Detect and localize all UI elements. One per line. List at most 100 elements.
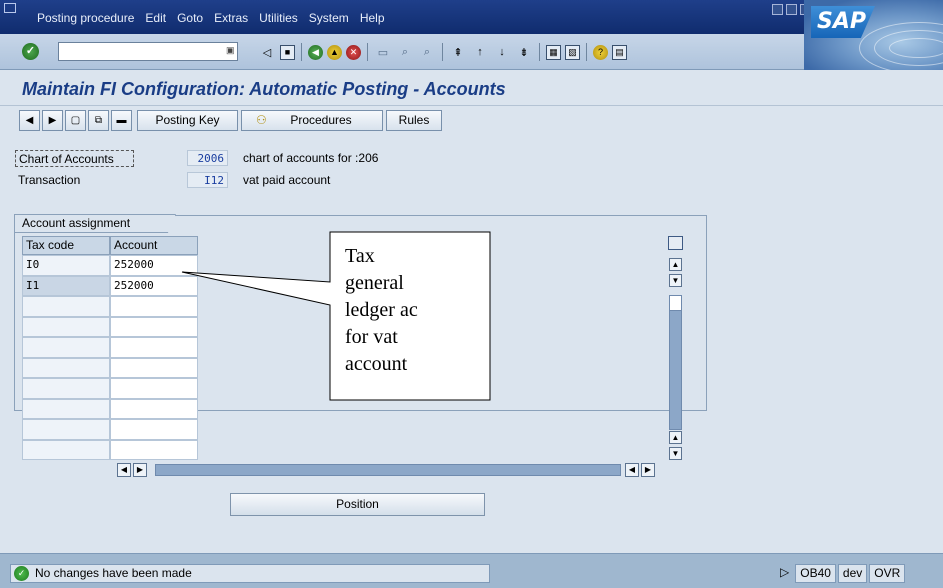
status-mode[interactable]: OVR	[869, 564, 906, 583]
scroll-left-icon[interactable]: ◀	[117, 463, 131, 477]
find-next-icon[interactable]: ⌕	[418, 43, 436, 61]
scroll-down-icon[interactable]: ▼	[669, 447, 682, 460]
back-icon[interactable]: ◀	[308, 44, 323, 60]
scroll-right-icon[interactable]: ▶	[133, 463, 147, 477]
maximize-icon[interactable]	[786, 4, 797, 15]
table-settings-icon[interactable]	[668, 236, 683, 250]
scroll-page-up-icon[interactable]: ▲	[669, 431, 682, 444]
menu-extras[interactable]: Extras	[214, 11, 248, 25]
help-icon[interactable]: ?	[593, 44, 608, 60]
tax-code-cell[interactable]	[22, 419, 110, 440]
rules-button[interactable]: Rules	[386, 110, 442, 131]
account-cell[interactable]: 252000	[110, 255, 198, 276]
table-row[interactable]	[22, 337, 198, 358]
first-page-icon[interactable]: ⇞	[449, 43, 467, 61]
tax-code-cell[interactable]	[22, 398, 110, 419]
table-row[interactable]: I1 252000	[22, 275, 198, 296]
scroll-up-icon[interactable]: ▲	[669, 258, 682, 271]
shortcut-icon[interactable]: ▧	[565, 44, 580, 60]
vertical-scrollbar[interactable]: ▲ ▼ ▲ ▼	[667, 236, 685, 462]
status-message[interactable]: No changes have been made	[10, 564, 490, 583]
callout-text: Tax general ledger ac for vat account	[345, 243, 485, 378]
menu-bar: Posting procedure Edit Goto Extras Utilities…	[0, 0, 943, 34]
scroll-page-down-icon[interactable]: ▼	[669, 274, 682, 287]
tax-code-cell[interactable]	[22, 296, 110, 317]
exit-icon[interactable]: ▲	[327, 44, 342, 60]
horizontal-scroll-track[interactable]	[155, 464, 621, 476]
account-cell[interactable]: 252000	[110, 275, 198, 296]
page-title: Maintain FI Configuration: Automatic Pos…	[22, 79, 506, 99]
tax-code-cell[interactable]	[22, 316, 110, 337]
menu-list: Posting procedure Edit Goto Extras Utilities…	[37, 11, 385, 25]
horizontal-scrollbar[interactable]: ◀ ▶ ◀ ▶	[111, 463, 664, 478]
enter-check-icon[interactable]: ✓	[22, 43, 39, 60]
table-row[interactable]	[22, 439, 198, 460]
new-entry-icon[interactable]: ▢	[65, 110, 86, 131]
account-cell[interactable]	[110, 296, 198, 317]
tax-code-cell[interactable]: I0	[22, 255, 110, 276]
toolbar-separator	[442, 43, 443, 61]
tax-code-cell[interactable]	[22, 378, 110, 399]
command-field[interactable]	[58, 42, 238, 61]
table-row[interactable]	[22, 296, 198, 317]
scroll-thumb[interactable]	[669, 295, 682, 311]
column-header-account[interactable]: Account	[110, 236, 198, 255]
minimize-icon[interactable]	[772, 4, 783, 15]
toolbar-separator	[367, 43, 368, 61]
account-cell[interactable]	[110, 357, 198, 378]
table-row[interactable]: I0 252000	[22, 255, 198, 276]
window-menu-icon[interactable]	[4, 3, 16, 13]
account-cell[interactable]	[110, 337, 198, 358]
save-variant-icon[interactable]: ▬	[111, 110, 132, 131]
find-icon[interactable]: ⌕	[396, 43, 414, 61]
chart-of-accounts-value: 2006	[187, 150, 228, 166]
new-session-icon[interactable]: ▦	[546, 44, 561, 60]
last-page-icon[interactable]: ⇟	[515, 43, 533, 61]
table-row[interactable]	[22, 398, 198, 419]
next-entry-button[interactable]: ▶	[42, 110, 63, 131]
column-header-tax-code[interactable]: Tax code	[22, 236, 110, 255]
table-row[interactable]	[22, 419, 198, 440]
previous-entry-button[interactable]: ◀	[19, 110, 40, 131]
posting-key-button[interactable]: Posting Key	[137, 110, 238, 131]
callout-line: account	[345, 353, 408, 375]
menu-edit[interactable]: Edit	[145, 11, 166, 25]
layout-menu-icon[interactable]: ▤	[612, 44, 627, 60]
scroll-left-end-icon[interactable]: ◀	[625, 463, 639, 477]
account-cell[interactable]	[110, 398, 198, 419]
procedures-label: Procedures	[290, 113, 352, 127]
tax-code-cell[interactable]	[22, 357, 110, 378]
menu-utilities[interactable]: Utilities	[259, 11, 298, 25]
print-icon[interactable]: ▭	[374, 43, 392, 61]
expand-command-icon[interactable]: ◁	[258, 43, 276, 61]
account-cell[interactable]	[110, 419, 198, 440]
position-button[interactable]: Position	[230, 493, 485, 516]
table-row[interactable]	[22, 357, 198, 378]
scroll-track[interactable]	[669, 296, 682, 430]
menu-posting-procedure[interactable]: Posting procedure	[37, 11, 134, 25]
menu-help[interactable]: Help	[360, 11, 385, 25]
tax-code-cell[interactable]	[22, 439, 110, 460]
procedures-button[interactable]: ⚇ Procedures	[241, 110, 383, 131]
account-cell[interactable]	[110, 378, 198, 399]
status-expand-icon[interactable]: ▷	[776, 564, 793, 583]
account-cell[interactable]	[110, 439, 198, 460]
table-row[interactable]	[22, 378, 198, 399]
scroll-right-end-icon[interactable]: ▶	[641, 463, 655, 477]
menu-goto[interactable]: Goto	[177, 11, 203, 25]
tax-code-cell[interactable]: I1	[22, 275, 110, 296]
copy-icon[interactable]: ⧉	[88, 110, 109, 131]
tax-code-cell[interactable]	[22, 337, 110, 358]
save-icon[interactable]: ■	[280, 44, 295, 60]
command-history-icon[interactable]: ▣	[226, 43, 236, 57]
cancel-icon[interactable]: ✕	[346, 44, 361, 60]
transaction-description: vat paid account	[243, 173, 331, 187]
status-transaction: OB40	[795, 564, 836, 583]
account-cell[interactable]	[110, 316, 198, 337]
status-info: ▷ OB40 dev OVR	[776, 564, 907, 583]
previous-page-icon[interactable]: ↑	[471, 43, 489, 61]
table-row[interactable]	[22, 316, 198, 337]
menu-system[interactable]: System	[309, 11, 349, 25]
callout-line: ledger ac	[345, 299, 418, 321]
next-page-icon[interactable]: ↓	[493, 43, 511, 61]
